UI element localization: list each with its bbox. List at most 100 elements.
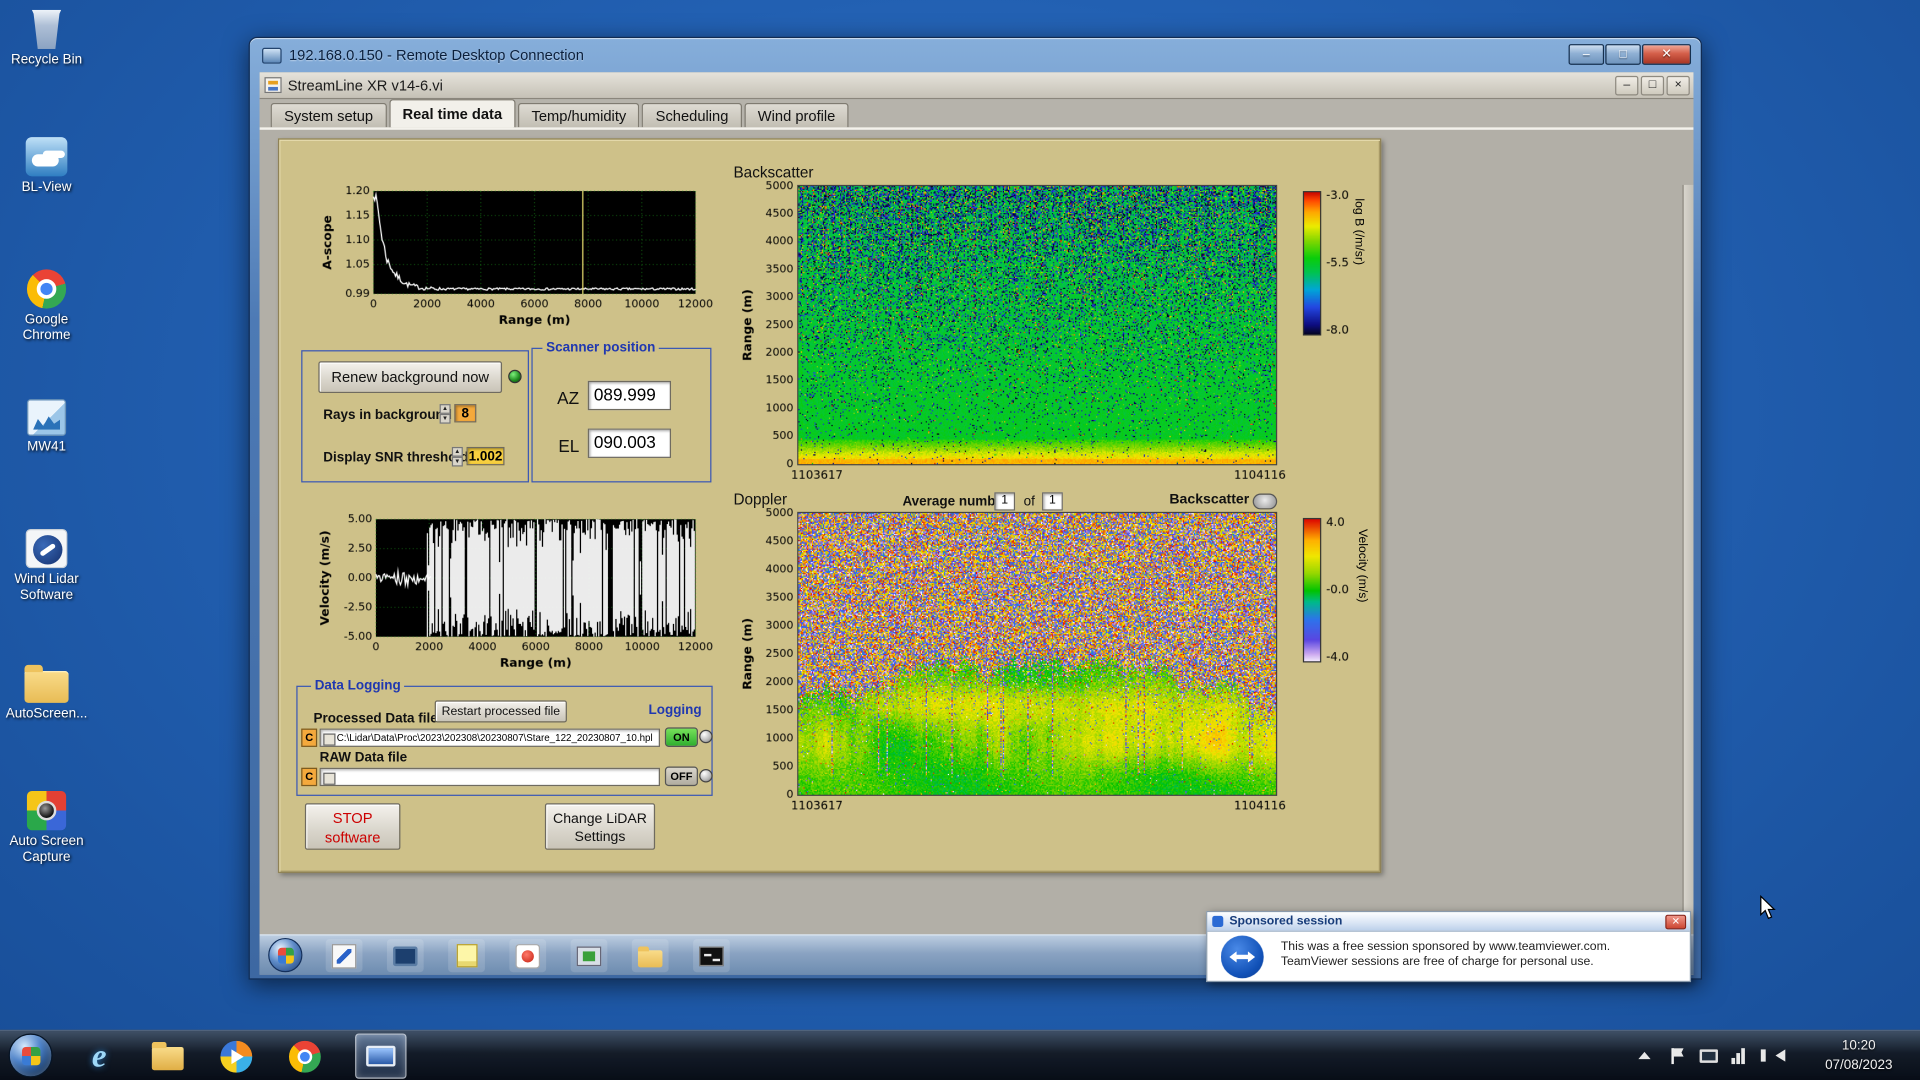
teamviewer-titlebar-icon (1212, 915, 1224, 927)
raw-data-file-path[interactable] (319, 767, 660, 787)
desktop-icon-label: MW41 (27, 439, 66, 455)
snr-spinner[interactable]: ▲ ▼ (451, 446, 463, 467)
tab-temp-humidity[interactable]: Temp/humidity (518, 102, 640, 128)
desktop-icon-label: Recycle Bin (10, 52, 83, 68)
stop-button-line2: software (324, 828, 381, 847)
mw41-icon (26, 399, 67, 436)
desktop-icon-google-chrome[interactable]: Google Chrome (1, 269, 92, 344)
command-prompt-icon (699, 945, 724, 966)
taskbar-file-explorer-icon[interactable] (144, 1033, 191, 1078)
hidden-icons-chevron[interactable] (1638, 1051, 1651, 1060)
display-snr-threshold-field[interactable]: 1.002 (466, 446, 505, 466)
backscatter-colorbar-label: log B (/m/sr) (1351, 198, 1366, 266)
velocity-chart (296, 509, 713, 675)
tab-wind-profile[interactable]: Wind profile (744, 102, 849, 128)
taskbar-internet-explorer-icon[interactable] (76, 1033, 123, 1078)
clock-date: 07/08/2023 (1825, 1057, 1893, 1073)
remote-taskbar-capture-icon[interactable] (570, 939, 608, 973)
desktop-icon-label: Wind Lidar Software (14, 571, 79, 603)
rdp-maximize-button[interactable]: □ (1605, 44, 1641, 65)
el-field[interactable]: 090.003 (587, 428, 672, 458)
remote-taskbar-record-icon[interactable] (509, 939, 547, 973)
desktop-icon-auto-screen-capture[interactable]: Auto Screen Capture (1, 791, 92, 866)
folder-icon (24, 664, 69, 703)
change-lidar-settings-button[interactable]: Change LiDAR Settings (544, 803, 656, 850)
bl-view-icon (25, 137, 68, 177)
app-maximize-button[interactable]: □ (1640, 75, 1665, 96)
desktop-screen: Recycle Bin BL-View Google Chrome MW41 W… (0, 0, 1920, 1080)
paint-icon (331, 943, 357, 968)
a-scope-chart (296, 182, 713, 348)
raw-logging-led[interactable] (699, 768, 713, 783)
remote-desktop-screen: StreamLine XR v14-6.vi – □ × System setu… (259, 72, 1694, 975)
teamviewer-close-button[interactable]: ✕ (1665, 914, 1687, 930)
rdp-titlebar[interactable]: 192.168.0.150 - Remote Desktop Connectio… (250, 38, 1701, 72)
desktop-icon-wind-lidar[interactable]: Wind Lidar Software (1, 528, 92, 604)
teamviewer-popup-titlebar[interactable]: Sponsored session ✕ (1207, 912, 1690, 932)
wind-lidar-icon (25, 528, 68, 569)
auto-screen-capture-icon (26, 791, 67, 831)
desktop-icon-recycle-bin[interactable]: Recycle Bin (1, 9, 92, 69)
taskbar-chrome-icon[interactable] (282, 1033, 329, 1078)
chrome-icon (288, 1040, 321, 1073)
app-window-icon (264, 77, 282, 94)
start-button[interactable] (8, 1033, 53, 1078)
desktop-icon-label: Google Chrome (22, 312, 71, 344)
rdp-close-button[interactable]: ✕ (1642, 44, 1692, 65)
taskbar-remote-desktop-button[interactable] (355, 1033, 407, 1079)
stop-software-button[interactable]: STOP software (304, 803, 401, 850)
logging-label: Logging (648, 702, 702, 718)
desktop-icon-autoscreen-folder[interactable]: AutoScreen... (1, 661, 92, 722)
teamviewer-popup-body: This was a free session sponsored by www… (1207, 932, 1689, 982)
processed-logging-toggle-on[interactable]: ON (664, 727, 698, 747)
rays-spinner[interactable]: ▲ ▼ (439, 404, 451, 424)
taskbar-media-player-icon[interactable] (213, 1033, 260, 1078)
desktop-icon-mw41[interactable]: MW41 (1, 399, 92, 456)
remote-taskbar-paint-icon[interactable] (325, 939, 363, 973)
windows-taskbar: 10:20 07/08/2023 (0, 1029, 1920, 1080)
rdp-window-icon (262, 47, 282, 64)
scanner-position-title: Scanner position (542, 340, 660, 356)
renew-background-led (508, 369, 522, 384)
scanner-position-box: Scanner position AZ 089.999 EL 090.003 (531, 340, 712, 483)
tab-scheduling[interactable]: Scheduling (642, 102, 742, 128)
taskbar-clock[interactable]: 10:20 07/08/2023 (1807, 1037, 1910, 1076)
renew-background-button[interactable]: Renew background now (318, 361, 503, 394)
az-field[interactable]: 089.999 (587, 380, 672, 411)
teamviewer-popup-title: Sponsored session (1229, 914, 1343, 929)
tab-system-setup[interactable]: System setup (270, 102, 387, 128)
remote-taskbar-folder-icon[interactable] (631, 939, 669, 973)
data-logging-title: Data Logging (311, 678, 405, 694)
processed-data-file-path[interactable]: C:\Lidar\Data\Proc\2023\202308\20230807\… (319, 728, 660, 747)
app-scrollbar[interactable] (1682, 184, 1694, 975)
rdp-minimize-button[interactable]: ‒ (1568, 44, 1605, 65)
rdp-window: 192.168.0.150 - Remote Desktop Connectio… (248, 36, 1703, 980)
action-center-flag-icon[interactable] (1670, 1048, 1685, 1065)
volume-tray-icon[interactable] (1760, 1049, 1786, 1062)
rays-in-background-field[interactable]: 8 (454, 404, 477, 423)
el-label: EL (558, 435, 580, 456)
screen-capture-icon (576, 945, 602, 966)
remote-start-button[interactable] (268, 937, 303, 973)
display-snr-threshold-label: Display SNR threshold (323, 450, 469, 466)
desktop-icon-bl-view[interactable]: BL-View (1, 137, 92, 196)
app-close-button[interactable]: × (1666, 75, 1690, 96)
settings-button-line2: Settings (574, 830, 626, 845)
file-explorer-icon (151, 1042, 184, 1071)
app-minimize-button[interactable]: – (1615, 75, 1639, 96)
app-window-title: StreamLine XR v14-6.vi (287, 76, 443, 94)
teamviewer-logo-icon (1220, 935, 1264, 979)
remote-taskbar-cmd-icon[interactable] (693, 939, 730, 973)
raw-logging-toggle-off[interactable]: OFF (664, 766, 698, 787)
display-tray-icon[interactable] (1699, 1049, 1718, 1063)
tab-real-time-data[interactable]: Real time data (389, 99, 516, 128)
processed-logging-led[interactable] (699, 729, 713, 744)
recycle-bin-icon (31, 9, 62, 49)
remote-taskbar-display-icon[interactable] (386, 939, 424, 973)
network-tray-icon[interactable] (1731, 1047, 1748, 1065)
notepad-icon (456, 944, 477, 968)
restart-processed-file-button[interactable]: Restart processed file (434, 700, 567, 723)
desktop-icon-label: AutoScreen... (5, 706, 88, 722)
app-titlebar[interactable]: StreamLine XR v14-6.vi – □ × (259, 72, 1694, 100)
remote-taskbar-notepad-icon[interactable] (448, 939, 485, 973)
